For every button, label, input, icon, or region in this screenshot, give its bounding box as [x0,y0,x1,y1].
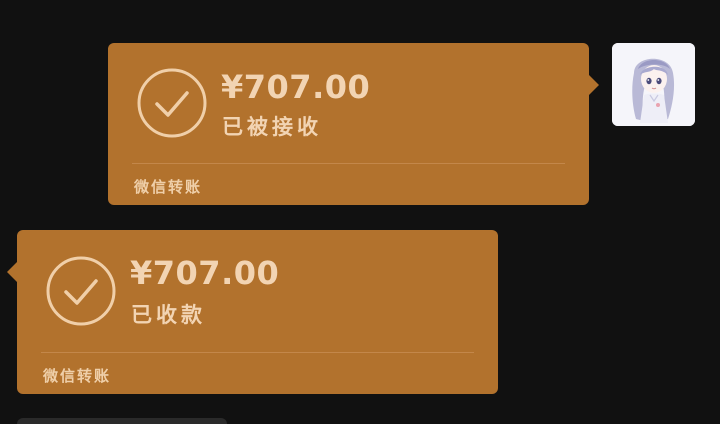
bubble-tail [7,262,17,282]
transfer-bubble-sent[interactable]: ¥707.00 已被接收 微信转账 [108,43,599,205]
transfer-bubble-received[interactable]: ¥707.00 已收款 微信转账 [7,230,498,394]
transfer-source-label: 微信转账 [43,367,112,385]
transfer-amount: ¥707.00 [221,68,371,106]
divider [41,352,474,353]
bubble-tail [589,75,599,95]
next-message-partial [17,418,227,424]
transfer-amount: ¥707.00 [130,254,280,292]
transfer-status: 已收款 [131,303,206,327]
avatar[interactable] [612,43,695,126]
check-circle-icon [46,256,116,326]
chat-area: ¥707.00 已被接收 微信转账 ¥707.00 已收款 微信转账 [0,0,720,424]
check-circle-icon [137,68,207,138]
transfer-status: 已被接收 [222,115,322,139]
user-avatar-icon [612,43,695,126]
transfer-source-label: 微信转账 [134,178,203,196]
divider [132,163,565,164]
